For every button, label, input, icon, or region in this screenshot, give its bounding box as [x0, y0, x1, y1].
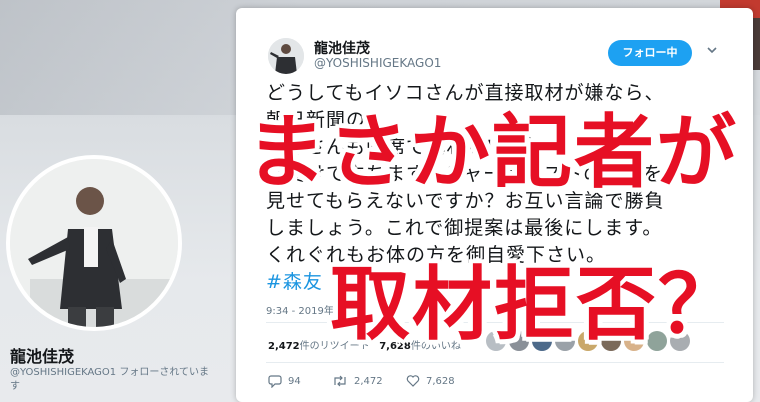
retweet-action-count: 2,472	[354, 375, 383, 387]
tweet-line: しましょう。これで御提案は最後にします。	[266, 217, 663, 239]
overlay-headline-top: まさか記者が	[246, 106, 738, 199]
like-button[interactable]: 7,628	[406, 374, 455, 388]
reply-count: 94	[288, 375, 301, 387]
retweet-button[interactable]: 2,472	[332, 374, 383, 388]
overlay-headline-bottom: 取材拒否？	[330, 258, 740, 351]
person-photo-icon	[10, 159, 178, 327]
retweet-count[interactable]: 2,472	[268, 341, 300, 352]
author-avatar[interactable]	[268, 38, 304, 74]
retweet-icon	[334, 375, 346, 387]
profile-handle-text-wrap: す	[10, 381, 20, 392]
tweet-timestamp[interactable]: 9:34 - 2019年	[266, 302, 334, 317]
heart-icon	[406, 375, 420, 387]
profile-handle-text: @YOSHISHIGEKAGO1 フォローされていま	[10, 367, 210, 378]
author-name[interactable]: 龍池佳茂	[314, 38, 370, 58]
author-handle[interactable]: @YOSHISHIGEKAGO1	[314, 56, 441, 70]
divider	[266, 362, 724, 363]
reply-button[interactable]: 94	[268, 374, 301, 388]
profile-name: 龍池佳茂	[10, 347, 75, 366]
profile-avatar[interactable]	[6, 155, 182, 331]
following-button[interactable]: フォロー中	[608, 40, 692, 66]
chevron-down-icon[interactable]	[706, 44, 718, 56]
reply-icon	[268, 375, 282, 388]
profile-handle: @YOSHISHIGEKAGO1 フォローされていま す	[10, 366, 230, 394]
person-photo-icon	[268, 38, 304, 74]
like-action-count: 7,628	[426, 375, 455, 387]
